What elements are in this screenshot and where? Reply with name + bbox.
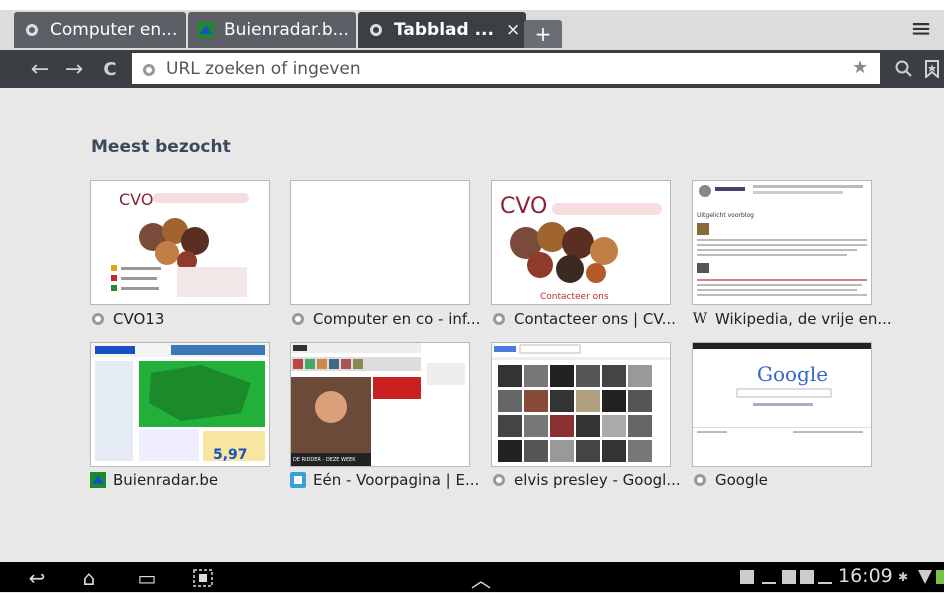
thumbnail-preview: CVO (91, 181, 269, 304)
site-label-text: Eén - Voorpagina | E... (313, 471, 480, 489)
google-logo-text: Google (757, 362, 828, 386)
window-top-strip (0, 0, 944, 10)
system-recent-apps-button[interactable]: ▭ (130, 566, 164, 590)
buienradar-value-text: 5,97 (213, 447, 248, 463)
bookmark-icon (925, 60, 939, 78)
thumbnail-computer-en-co[interactable] (290, 180, 470, 305)
url-bar[interactable] (132, 53, 880, 84)
globe-icon (290, 311, 306, 327)
tab-tabblad[interactable]: Tabblad ... × (358, 12, 526, 48)
download-icon (762, 570, 776, 584)
screenshot-button[interactable] (186, 566, 220, 590)
search-button[interactable] (890, 54, 918, 84)
tab-computer-en[interactable]: Computer en... (14, 12, 186, 48)
contacteer-text: Contacteer ons (540, 292, 609, 302)
close-tab-icon[interactable]: × (506, 20, 520, 40)
globe-icon (142, 62, 156, 76)
site-label[interactable]: elvis presley - Googl... (491, 470, 681, 490)
site-label[interactable]: Buienradar.be (90, 470, 218, 490)
search-icon (895, 60, 912, 77)
forward-button[interactable]: → (60, 54, 88, 84)
site-label[interactable]: Eén - Voorpagina | E... (290, 470, 479, 490)
back-button[interactable]: ← (26, 54, 54, 84)
site-label-text: Contacteer ons | CV... (514, 310, 676, 328)
thumbnail-preview: Uitgelicht voorblog (693, 181, 871, 304)
thumbnail-google[interactable]: Google (692, 342, 872, 467)
tab-title: Computer en... (50, 20, 178, 40)
system-back-button[interactable]: ↩ (20, 566, 54, 590)
thumbnail-een[interactable]: DE RIDDER - DEZE WEEK (290, 342, 470, 467)
globe-icon (491, 311, 507, 327)
thumbnail-wikipedia[interactable]: Uitgelicht voorblog (692, 180, 872, 305)
site-label[interactable]: Google (692, 470, 768, 490)
thumbnail-contacteer-ons[interactable]: CVO Contacteer ons (491, 180, 671, 305)
system-home-button[interactable]: ⌂ (72, 566, 106, 590)
most-visited-heading: Meest bezocht (91, 137, 231, 157)
battery-icon (936, 570, 944, 584)
globe-icon (692, 472, 708, 488)
site-label-text: elvis presley - Googl... (514, 471, 681, 489)
bookmarks-button[interactable] (922, 54, 942, 84)
wikipedia-icon: W (692, 311, 708, 327)
site-label-text: Buienradar.be (113, 471, 219, 489)
tab-title: Tabblad ... (394, 20, 494, 40)
download-icon (818, 570, 832, 584)
bookmark-star-icon[interactable]: ★ (852, 57, 868, 78)
notification-icon (740, 570, 754, 584)
site-label-text: CVO13 (113, 310, 165, 328)
een-icon (290, 472, 306, 488)
site-label[interactable]: CVO13 (90, 309, 164, 329)
tab-title: Buienradar.b... (224, 20, 349, 40)
tab-buienradar[interactable]: Buienradar.b... (188, 12, 356, 48)
thumbnail-buienradar[interactable]: 5,97 (90, 342, 270, 467)
url-input[interactable] (164, 57, 858, 80)
globe-icon (491, 472, 507, 488)
site-label[interactable]: W Wikipedia, de vrije en... (692, 309, 892, 329)
reload-button[interactable]: C (96, 54, 124, 84)
clock: 16:09 (838, 565, 893, 587)
globe-icon (368, 22, 384, 38)
mail-icon (800, 570, 814, 584)
site-label-text: Computer en co - inf... (313, 310, 481, 328)
cvo-logo-text: CVO (500, 194, 547, 219)
buienradar-icon (198, 22, 214, 38)
thumbnail-preview: Google (693, 343, 871, 466)
een-banner-text: DE RIDDER - DEZE WEEK (293, 457, 356, 463)
site-label-text: Google (715, 471, 768, 489)
image-icon (782, 570, 796, 584)
globe-icon (90, 311, 106, 327)
thumbnail-preview (492, 343, 670, 466)
globe-icon (24, 22, 40, 38)
system-up-button[interactable]: ︿ (464, 566, 498, 592)
site-label[interactable]: Computer en co - inf... (290, 309, 480, 329)
buienradar-icon (90, 472, 106, 488)
cvo-logo-text: CVO (119, 190, 153, 209)
thumbnail-preview: CVO Contacteer ons (492, 181, 670, 304)
site-label-text: Wikipedia, de vrije en... (715, 310, 892, 328)
menu-icon[interactable]: ≡ (906, 14, 936, 44)
thumbnail-cvo13[interactable]: CVO (90, 180, 270, 305)
site-label[interactable]: Contacteer ons | CV... (491, 309, 676, 329)
thumbnail-preview: 5,97 (91, 343, 269, 466)
bluetooth-icon: ✱ (898, 570, 909, 584)
thumbnail-preview: DE RIDDER - DEZE WEEK (291, 343, 469, 466)
wiki-heading-text: Uitgelicht voorblog (697, 212, 754, 219)
screenshot-icon (193, 569, 213, 587)
thumbnail-elvis-presley[interactable] (491, 342, 671, 467)
new-tab-button[interactable]: + (524, 20, 562, 48)
